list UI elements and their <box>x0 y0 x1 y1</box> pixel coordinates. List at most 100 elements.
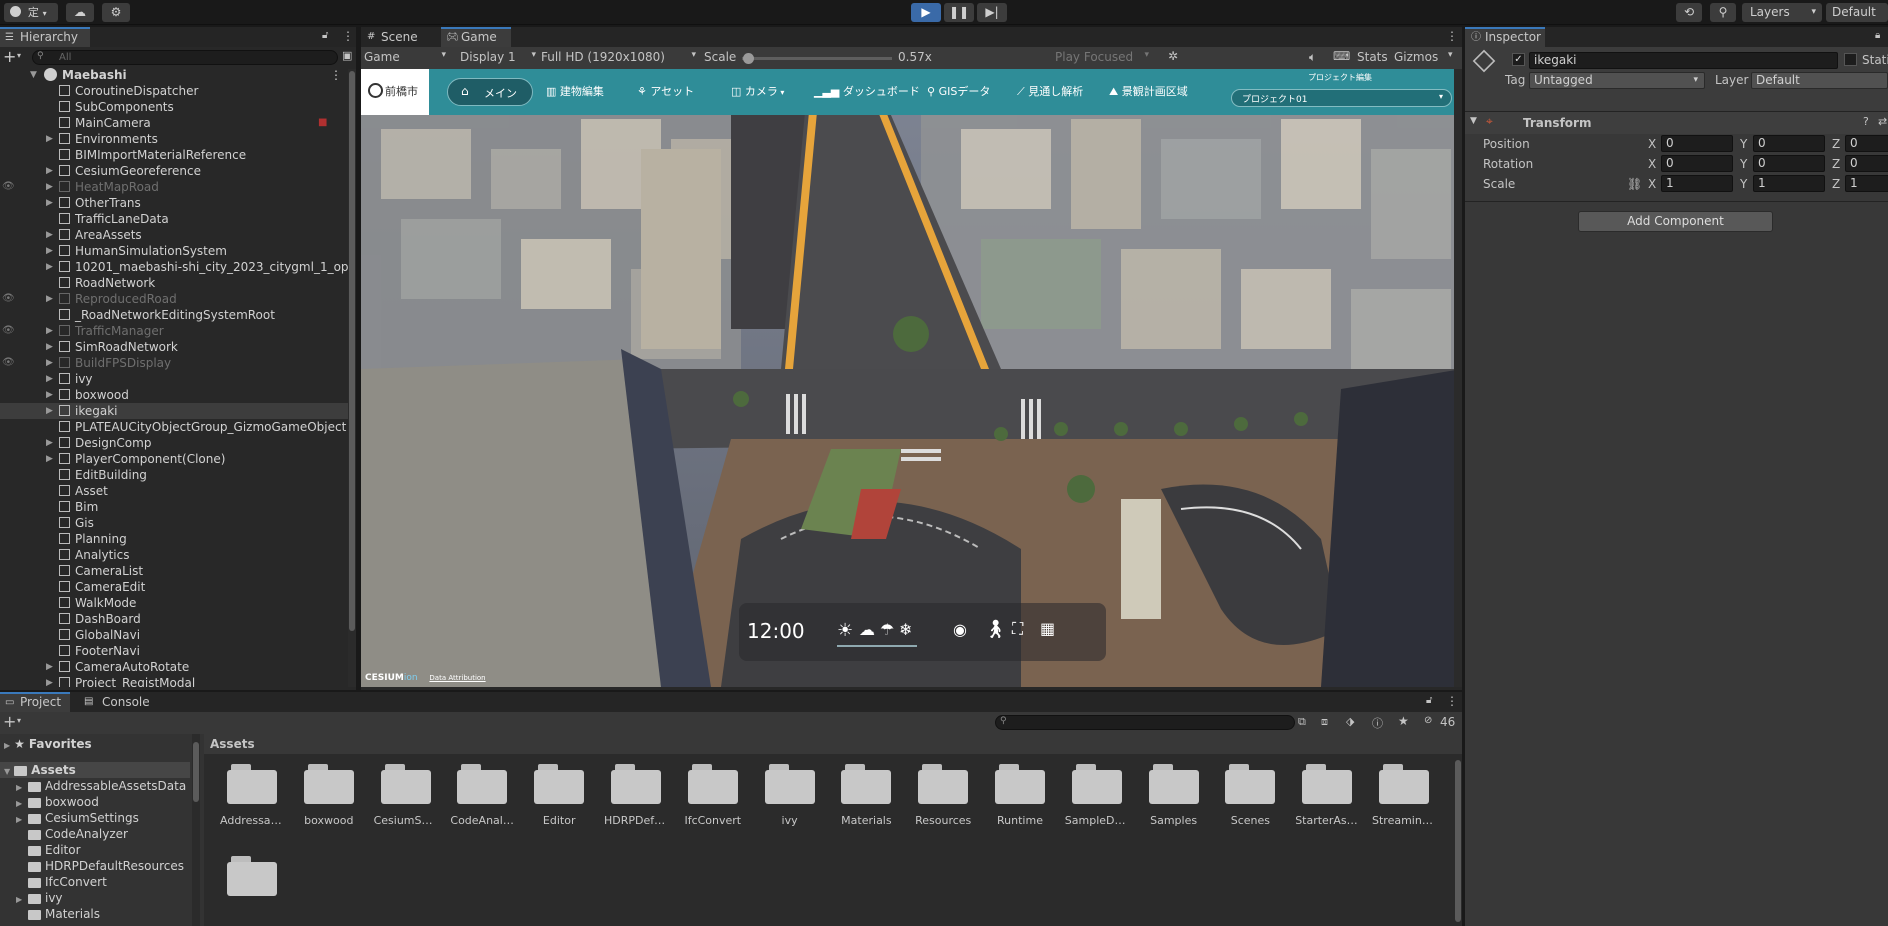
project-tree-item[interactable]: Materials <box>16 906 100 922</box>
tab-hierarchy[interactable]: ☰ Hierarchy <box>0 27 90 47</box>
static-checkbox[interactable] <box>1844 53 1857 66</box>
visibility-hidden-icon[interactable]: 👁︎ <box>2 323 15 339</box>
project-tree-scrollbar[interactable] <box>192 734 200 926</box>
hierarchy-item[interactable]: TrafficLaneData <box>0 211 348 227</box>
sun-icon[interactable]: ☀ <box>837 620 853 641</box>
project-content-scrollbar[interactable] <box>1454 756 1462 926</box>
chevron-right-icon[interactable]: ▶ <box>46 403 53 419</box>
project-tree-item[interactable]: ▶ CesiumSettings <box>16 810 139 826</box>
hierarchy-item[interactable]: CoroutineDispatcher <box>0 83 348 99</box>
game-mode-dropdown[interactable]: Game ▾ <box>364 50 450 66</box>
tab-game[interactable]: 🎮︎ Game <box>441 27 511 47</box>
account-dropdown[interactable]: 定 ▾ <box>4 3 58 22</box>
hierarchy-item[interactable]: Gis <box>0 515 348 531</box>
object-name-input[interactable]: ikegaki <box>1529 52 1838 69</box>
chevron-right-icon[interactable]: ▶ <box>46 387 53 403</box>
asset-folder[interactable]: Scenes <box>1218 764 1282 827</box>
search-button[interactable]: ⚲ <box>1710 3 1736 22</box>
hierarchy-item[interactable]: ▶ AreaAssets <box>0 227 348 243</box>
asset-folder[interactable]: Editor <box>527 764 591 827</box>
location-icon[interactable]: ◉ <box>953 620 967 639</box>
cloud-icon[interactable]: ☁ <box>859 620 875 639</box>
hidden-icon[interactable]: ⊘ <box>1424 715 1432 726</box>
play-button[interactable]: ▶ <box>911 3 941 22</box>
hierarchy-search-input[interactable]: ⚲ All <box>32 50 338 65</box>
hierarchy-item[interactable]: WalkMode <box>0 595 348 611</box>
position-z-input[interactable]: 0 <box>1845 135 1888 152</box>
hierarchy-item[interactable]: ▶ ivy <box>0 371 348 387</box>
chevron-right-icon[interactable]: ▶ <box>46 435 53 451</box>
project-tree-item[interactable]: CodeAnalyzer <box>16 826 128 842</box>
hierarchy-item[interactable]: CameraList <box>0 563 348 579</box>
info-icon[interactable]: ⓘ <box>1372 715 1383 731</box>
project-dropdown[interactable]: プロジェクト01 ▾ <box>1231 89 1452 107</box>
project-tree-item[interactable]: ▶ boxwood <box>16 794 99 810</box>
hierarchy-item[interactable]: 👁︎ ▶ ReproducedRoad <box>0 291 348 307</box>
tab-project[interactable]: ▭ Project <box>0 692 70 712</box>
project-search-input[interactable]: ⚲ <box>995 715 1295 730</box>
chevron-right-icon[interactable]: ▶ <box>46 243 53 259</box>
keyboard-icon[interactable]: ⌨ <box>1333 49 1350 63</box>
asset-folder[interactable]: Addressab... <box>220 764 284 827</box>
more-menu-icon[interactable]: ⋮ <box>342 29 354 43</box>
nav-gis[interactable]: ⚲ GISデータ <box>927 69 990 115</box>
filter-icon[interactable]: ▣ <box>342 49 352 62</box>
chevron-right-icon[interactable]: ▶ <box>46 339 53 355</box>
visibility-hidden-icon[interactable]: 👁︎ <box>2 179 15 195</box>
hierarchy-item[interactable]: ▶ Project_RegistModal <box>0 675 348 687</box>
visibility-hidden-icon[interactable]: 👁︎ <box>2 291 15 307</box>
project-tree-item[interactable]: Editor <box>16 842 81 858</box>
hierarchy-item[interactable]: DashBoard <box>0 611 348 627</box>
scene-root[interactable]: ▼ Maebashi ⋮ <box>0 67 348 83</box>
scale-z-input[interactable]: 1 <box>1845 175 1888 192</box>
constrain-proportions-icon[interactable]: ⛓ <box>1627 177 1642 191</box>
hierarchy-scrollbar[interactable] <box>348 69 356 687</box>
asset-folder[interactable]: CesiumSett... <box>374 764 438 827</box>
cloud-button[interactable]: ☁ <box>66 3 94 22</box>
hierarchy-item[interactable]: 👁︎ ▶ TrafficManager <box>0 323 348 339</box>
project-tree-item[interactable]: ▶ ivy <box>16 890 63 906</box>
help-icon[interactable]: ? <box>1863 115 1869 128</box>
chevron-right-icon[interactable]: ▶ <box>46 179 53 195</box>
add-component-button[interactable]: Add Component <box>1578 211 1773 232</box>
hierarchy-item[interactable]: ▶ boxwood <box>0 387 348 403</box>
chevron-right-icon[interactable]: ▶ <box>46 371 53 387</box>
asset-folder[interactable]: HDRPDefau... <box>604 764 668 827</box>
hierarchy-item[interactable]: Analytics <box>0 547 348 563</box>
chevron-right-icon[interactable]: ▶ <box>46 163 53 179</box>
label-icon[interactable]: ⬗ <box>1346 715 1354 728</box>
scale-slider-knob[interactable] <box>743 53 754 64</box>
rotation-y-input[interactable]: 0 <box>1753 155 1825 172</box>
filter-type-icon[interactable]: ⧈ <box>1321 715 1328 729</box>
add-icon[interactable]: + <box>3 712 16 731</box>
umbrella-icon[interactable]: ☂ <box>880 620 894 639</box>
bug-icon[interactable]: ✲ <box>1168 49 1178 63</box>
chevron-right-icon[interactable]: ▶ <box>46 355 53 371</box>
asset-folder[interactable]: StarterAss... <box>1295 764 1359 827</box>
nav-main[interactable]: ⌂ メイン <box>447 78 533 106</box>
hierarchy-item[interactable]: _RoadNetworkEditingSystemRoot <box>0 307 348 323</box>
gizmos-button[interactable]: Gizmos <box>1394 50 1438 64</box>
hierarchy-item[interactable]: ▶ CameraAutoRotate <box>0 659 348 675</box>
hierarchy-item[interactable]: PLATEAUCityObjectGroup_GizmoGameObject <box>0 419 348 435</box>
display-dropdown[interactable]: Display 1 ▾ <box>460 50 536 66</box>
nav-building-edit[interactable]: ▥ 建物編集 <box>546 69 604 115</box>
city-logo[interactable]: 前橋市 <box>361 69 429 115</box>
asset-folder[interactable]: Samples <box>1142 764 1206 827</box>
frame-icon[interactable]: ⛶ <box>1012 619 1023 639</box>
layers-dropdown[interactable]: Layers ▾ <box>1742 3 1822 22</box>
chevron-right-icon[interactable]: ▶ <box>46 259 53 275</box>
tab-scene[interactable]: # Scene <box>361 27 439 47</box>
walk-icon[interactable]: 🚶︎ <box>984 619 1007 640</box>
layer-dropdown[interactable]: Default <box>1751 72 1888 89</box>
hierarchy-item[interactable]: ▶ DesignComp <box>0 435 348 451</box>
hierarchy-item[interactable]: MainCamera ■ <box>0 115 348 131</box>
preset-icon[interactable]: ⇄ <box>1878 115 1887 128</box>
project-tree-item[interactable]: HDRPDefaultResources <box>16 858 184 874</box>
tag-dropdown[interactable]: Untagged ▾ <box>1529 72 1705 89</box>
hierarchy-item[interactable]: GlobalNavi <box>0 627 348 643</box>
undo-history-button[interactable]: ⟲ <box>1676 3 1702 22</box>
scale-y-input[interactable]: 1 <box>1753 175 1825 192</box>
scrollbar-thumb[interactable] <box>349 71 355 631</box>
visibility-hidden-icon[interactable]: 👁︎ <box>2 355 15 371</box>
